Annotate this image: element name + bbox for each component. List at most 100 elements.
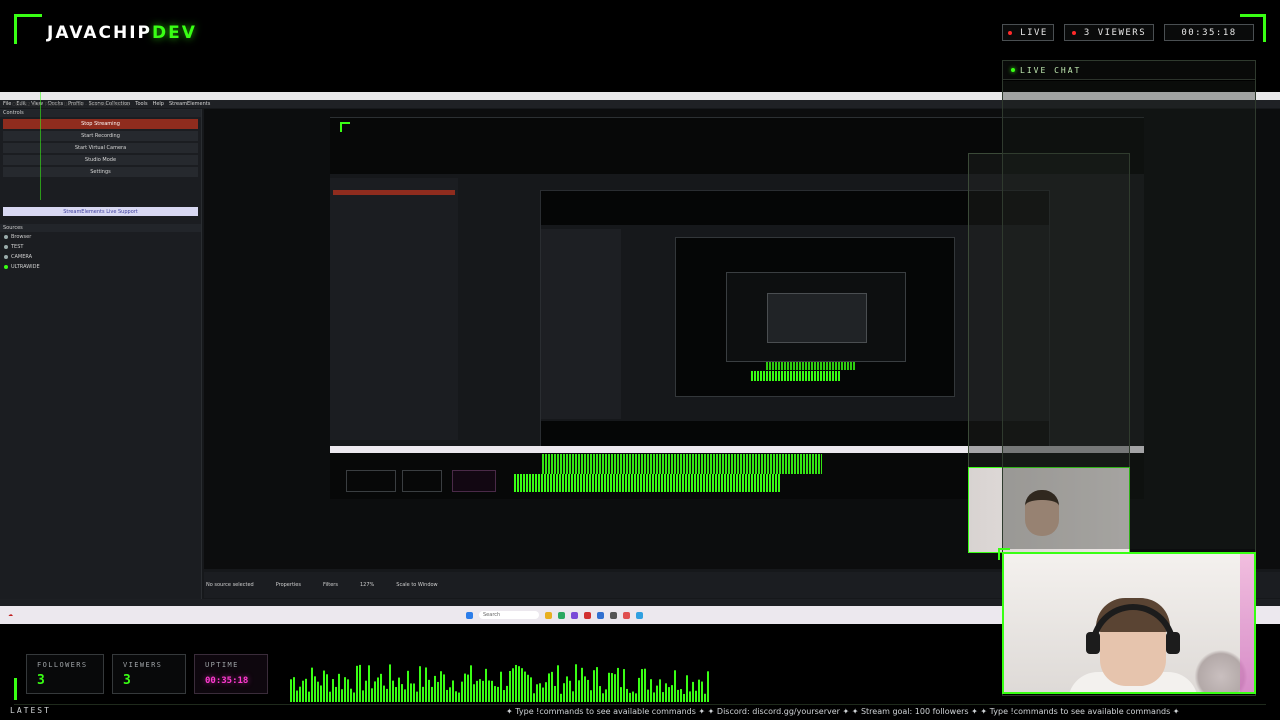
corner-bracket-bottom-left <box>14 678 17 700</box>
visualizer-bar <box>578 680 580 702</box>
visualizer-bar <box>296 690 298 702</box>
visualizer-bar <box>638 677 640 702</box>
visualizer-bar <box>626 688 628 702</box>
display-source-icon <box>4 265 8 269</box>
source-item[interactable]: TEST <box>0 242 201 252</box>
visualizer-bar <box>530 677 532 702</box>
app-icon[interactable] <box>623 611 630 619</box>
visualizer-bar <box>293 677 295 702</box>
visualizer-bar <box>314 676 316 702</box>
visualizer-bar <box>455 691 457 702</box>
visualizer-bar <box>524 671 526 702</box>
menu-tools[interactable]: Tools <box>135 101 147 107</box>
source-item[interactable]: ULTRAWIDE <box>0 262 201 272</box>
app-icon[interactable] <box>597 611 604 619</box>
visualizer-bar <box>467 674 469 702</box>
visualizer-bar <box>668 687 670 702</box>
visualizer-bar <box>395 687 397 702</box>
source-item[interactable]: CAMERA <box>0 252 201 262</box>
visualizer-bar <box>635 693 637 702</box>
visualizer-bar <box>473 684 475 702</box>
nested-visualizer <box>514 474 780 492</box>
visualizer-bar <box>587 679 589 702</box>
obs-taskbar-icon[interactable] <box>610 611 617 619</box>
menu-help[interactable]: Help <box>153 101 164 107</box>
nested-corner-bracket <box>340 122 350 132</box>
app-icon[interactable] <box>571 611 578 619</box>
visualizer-bar <box>386 688 388 702</box>
file-explorer-icon[interactable] <box>545 611 552 619</box>
headset-earcup <box>1086 632 1100 654</box>
properties-button[interactable]: Properties <box>276 582 301 588</box>
zoom-level: 127% <box>359 582 375 588</box>
start-recording-button[interactable]: Start Recording <box>3 131 198 141</box>
app-icon[interactable] <box>584 611 591 619</box>
app-icon[interactable] <box>636 611 643 619</box>
visualizer-bar <box>695 690 697 702</box>
stop-streaming-button[interactable]: Stop Streaming <box>3 119 198 129</box>
live-chat-title: LIVE CHAT <box>1020 65 1082 75</box>
taskbar-search[interactable]: Search <box>479 611 539 619</box>
visualizer-bar <box>362 690 364 702</box>
headset-earcup <box>1166 632 1180 654</box>
browser-icon[interactable] <box>558 611 565 619</box>
weather-widget[interactable]: ☁ <box>0 612 460 618</box>
visualizer-bar <box>290 679 292 702</box>
visualizer-bar <box>434 675 436 702</box>
visualizer-bar <box>353 692 355 702</box>
visualizer-bar <box>677 689 679 702</box>
webcam-pink-light <box>1240 554 1254 692</box>
filters-button[interactable]: Filters <box>323 582 338 588</box>
visualizer-bar <box>542 687 544 702</box>
visualizer-bar <box>644 668 646 702</box>
visualizer-bar <box>299 686 301 702</box>
visualizer-bar <box>653 692 655 702</box>
visualizer-bar <box>329 691 331 702</box>
windows-start-icon[interactable] <box>466 611 473 619</box>
streamelements-support-bar[interactable]: StreamElements Live Support <box>3 207 198 216</box>
visualizer-bar <box>503 690 505 702</box>
source-label: CAMERA <box>11 254 33 260</box>
visualizer-bar <box>614 674 616 702</box>
scale-select[interactable]: Scale to Window <box>396 582 437 588</box>
visualizer-bar <box>485 668 487 702</box>
live-label: LIVE <box>1020 27 1048 38</box>
source-label: Browser <box>11 234 32 240</box>
visualizer-bar <box>584 676 586 702</box>
visualizer-bar <box>368 665 370 702</box>
visualizer-bar <box>491 680 493 702</box>
source-icon <box>4 245 8 249</box>
nested-stat-followers <box>346 470 396 492</box>
visualizer-bar <box>479 679 481 702</box>
sources-dock-header: Sources <box>0 224 201 232</box>
visualizer-bar <box>323 670 325 702</box>
visualizer-bar <box>557 665 559 702</box>
audio-visualizer <box>290 664 709 702</box>
visualizer-bar <box>533 693 535 702</box>
source-label: TEST <box>11 244 24 250</box>
visualizer-bar <box>326 674 328 702</box>
visualizer-bar <box>440 671 442 702</box>
visualizer-bar <box>611 673 613 702</box>
settings-button[interactable]: Settings <box>3 167 198 177</box>
visualizer-bar <box>650 679 652 702</box>
start-virtual-camera-button[interactable]: Start Virtual Camera <box>3 143 198 153</box>
visualizer-bar <box>566 676 568 702</box>
webcam-feed <box>1002 552 1256 694</box>
live-chat-header: LIVE CHAT <box>1003 61 1255 80</box>
visualizer-bar <box>413 683 415 702</box>
live-dot-icon <box>1008 30 1013 35</box>
chat-message-list[interactable] <box>1003 81 1255 549</box>
menu-streamelements[interactable]: StreamElements <box>169 101 210 107</box>
source-item[interactable]: Browser <box>0 232 201 242</box>
visualizer-bar <box>593 670 595 702</box>
visualizer-bar <box>674 670 676 702</box>
visualizer-bar <box>692 681 694 702</box>
visualizer-bar <box>548 673 550 702</box>
visualizer-bar <box>647 689 649 702</box>
visualizer-bar <box>698 679 700 702</box>
studio-mode-button[interactable]: Studio Mode <box>3 155 198 165</box>
visualizer-bar <box>527 674 529 702</box>
visualizer-bar <box>620 687 622 702</box>
followers-stat: FOLLOWERS 3 <box>26 654 104 694</box>
